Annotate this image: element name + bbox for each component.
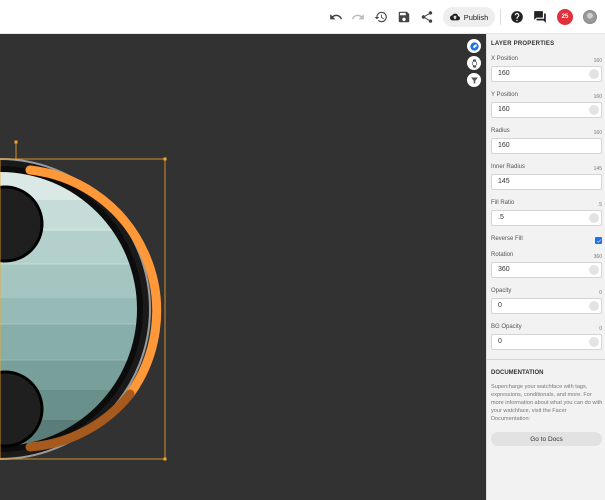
layer-properties-panel: LAYER PROPERTIES X Position 160 160 Y Po…	[486, 34, 605, 500]
undo-icon[interactable]	[327, 8, 345, 26]
prop-max: .5	[597, 202, 602, 208]
toolbar-divider	[500, 9, 501, 25]
prop-max: 160	[593, 130, 602, 136]
watch-icon[interactable]	[467, 56, 481, 70]
prop-max: 160	[593, 58, 602, 64]
cloud-upload-icon	[449, 13, 460, 21]
x-position-input[interactable]: 160	[491, 66, 602, 82]
prop-label: X Position	[491, 56, 519, 62]
prop-max: 0	[599, 290, 602, 296]
fill-ratio-input[interactable]: .5	[491, 210, 602, 226]
prop-label: Fill Ratio	[491, 200, 515, 206]
reverse-fill-checkbox[interactable]	[595, 237, 602, 244]
y-position-input[interactable]: 160	[491, 102, 602, 118]
radius-input[interactable]: 160	[491, 138, 602, 154]
filter-icon[interactable]	[467, 73, 481, 87]
reverse-fill-label: Reverse Fill	[491, 236, 523, 242]
resize-handle-top-right[interactable]	[163, 157, 167, 161]
documentation-text: Supercharge your watchface with tags, ex…	[491, 384, 603, 422]
save-icon[interactable]	[395, 8, 413, 26]
bg-opacity-input[interactable]: 0	[491, 334, 602, 350]
publish-label: Publish	[463, 12, 489, 22]
avatar[interactable]	[583, 10, 597, 24]
redo-icon[interactable]	[349, 8, 367, 26]
slider-knob[interactable]	[589, 213, 599, 223]
resize-handle-bottom-right[interactable]	[163, 457, 167, 461]
editor-canvas[interactable]	[0, 34, 486, 500]
slider-knob[interactable]	[589, 265, 599, 275]
prop-max: 360	[593, 254, 602, 260]
prop-label: BG Opacity	[491, 324, 522, 330]
canvas-tools	[467, 39, 481, 87]
history-icon[interactable]	[372, 8, 390, 26]
chat-icon[interactable]	[531, 8, 549, 26]
prop-max: 145	[593, 166, 602, 172]
slider-knob[interactable]	[589, 105, 599, 115]
reverse-fill-property: Reverse Fill	[491, 236, 602, 248]
panel-title: LAYER PROPERTIES	[491, 41, 555, 47]
prop-max: 0	[599, 326, 602, 332]
prop-label: Y Position	[491, 92, 518, 98]
share-icon[interactable]	[418, 8, 436, 26]
prop-label: Opacity	[491, 288, 512, 294]
top-toolbar: Publish 25	[0, 0, 605, 34]
notifications-icon[interactable]: 25	[557, 9, 573, 25]
documentation-title: DOCUMENTATION	[491, 370, 544, 376]
rotation-input[interactable]: 360	[491, 262, 602, 278]
prop-label: Rotation	[491, 252, 514, 258]
rocket-icon[interactable]	[467, 39, 481, 53]
help-icon[interactable]	[508, 8, 526, 26]
check-icon	[596, 238, 601, 243]
opacity-input[interactable]: 0	[491, 298, 602, 314]
notification-count: 25	[561, 14, 569, 20]
slider-knob[interactable]	[589, 69, 599, 79]
prop-max: 160	[593, 94, 602, 100]
panel-divider	[487, 359, 605, 360]
prop-label: Inner Radius	[491, 164, 526, 170]
slider-knob[interactable]	[589, 337, 599, 347]
rotation-handle[interactable]	[14, 140, 18, 144]
publish-button[interactable]: Publish	[443, 7, 495, 27]
inner-radius-input[interactable]: 145	[491, 174, 602, 190]
prop-label: Radius	[491, 128, 510, 134]
watchface-preview	[0, 140, 167, 461]
slider-knob[interactable]	[589, 301, 599, 311]
go-to-docs-button[interactable]: Go to Docs	[491, 432, 602, 446]
